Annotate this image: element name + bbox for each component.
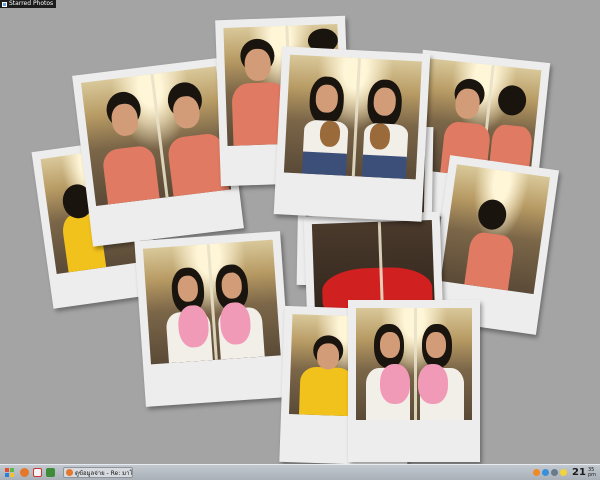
photo-collage [0,8,600,467]
firefox-task-icon [66,469,73,476]
gmail-icon[interactable] [33,468,42,477]
window-title: Starred Photos [9,0,54,7]
tray-volume-icon[interactable] [551,469,559,476]
polaroid-photo[interactable] [273,46,431,222]
windows-start-icon [4,468,14,477]
tray-feed-icon[interactable] [533,469,541,476]
app-icon [2,1,7,7]
taskbar: ดูข้อมูลจ่าย - Re: มาโร... 21 35 pm [0,464,600,480]
start-button[interactable] [2,467,16,479]
tray-network-icon[interactable] [542,469,550,476]
clock-minutes: 35 pm [587,467,596,478]
clock-hour[interactable]: 21 [572,467,586,478]
system-tray: 21 35 pm [533,467,600,478]
taskbar-item-label: ดูข้อมูลจ่าย - Re: มาโร... [75,469,133,477]
taskbar-item-browser[interactable]: ดูข้อมูลจ่าย - Re: มาโร... [63,467,133,478]
polaroid-photo[interactable] [348,300,480,462]
quicklaunch-icon[interactable] [46,468,55,477]
clock-minute-bottom: pm [587,471,596,478]
tray-chat-icon[interactable] [560,469,568,476]
polaroid-photo[interactable] [134,231,292,407]
window-title-bar: Starred Photos [0,0,57,8]
firefox-icon[interactable] [20,468,29,477]
